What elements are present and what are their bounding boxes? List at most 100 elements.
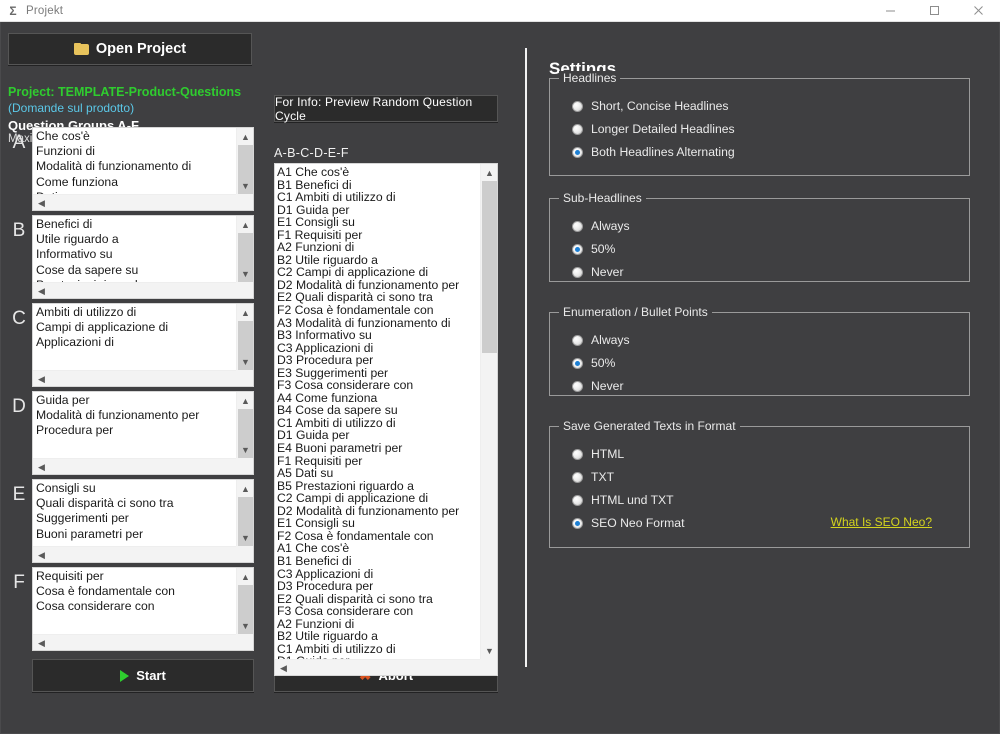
- group-listbox-b[interactable]: Benefici di Utile riguardo a Informativo s…: [32, 215, 254, 299]
- list-item[interactable]: Cose da sapere su: [35, 263, 236, 278]
- radio-unselected-icon[interactable]: [572, 334, 583, 346]
- radio-option-50[interactable]: 50%: [572, 242, 615, 256]
- radio-unselected-icon[interactable]: [572, 471, 583, 483]
- list-item[interactable]: Informativo su: [35, 247, 236, 262]
- group-vertical-scrollbar[interactable]: ▲ ▼: [236, 480, 253, 547]
- scroll-up-icon[interactable]: ▲: [237, 216, 253, 233]
- radio-option-always[interactable]: Always: [572, 219, 630, 233]
- scroll-left-icon[interactable]: ◀: [33, 371, 50, 386]
- scroll-down-icon[interactable]: ▼: [481, 642, 497, 659]
- list-item[interactable]: B1 Benefici di: [277, 555, 480, 568]
- cycle-vertical-scrollbar[interactable]: ▲ ▼: [480, 164, 497, 659]
- cycle-horizontal-scrollbar[interactable]: ◀ ▶: [275, 659, 497, 675]
- list-item[interactable]: Requisiti per: [35, 569, 236, 584]
- radio-option-never[interactable]: Never: [572, 265, 624, 279]
- list-item[interactable]: E1 Consigli su: [277, 216, 480, 229]
- scroll-up-icon[interactable]: ▲: [237, 304, 253, 321]
- list-item[interactable]: A2 Funzioni di: [277, 241, 480, 254]
- list-item[interactable]: E4 Buoni parametri per: [277, 442, 480, 455]
- group-listbox-c[interactable]: Ambiti di utilizzo di Campi di applicazio…: [32, 303, 254, 387]
- scroll-up-icon[interactable]: ▲: [237, 480, 253, 497]
- list-item[interactable]: F3 Cosa considerare con: [277, 605, 480, 618]
- list-item[interactable]: F2 Cosa è fondamentale con: [277, 304, 480, 317]
- scroll-down-icon[interactable]: ▼: [237, 265, 253, 282]
- list-item[interactable]: A5 Dati su: [277, 467, 480, 480]
- start-button[interactable]: Start: [32, 659, 254, 692]
- what-is-seo-neo-link[interactable]: What Is SEO Neo?: [831, 515, 932, 529]
- group-vertical-scrollbar[interactable]: ▲ ▼: [236, 216, 253, 283]
- list-item[interactable]: Buoni parametri per: [35, 527, 236, 542]
- radio-option-seo-neo-format[interactable]: SEO Neo Format: [572, 516, 684, 530]
- list-item[interactable]: Utile riguardo a: [35, 232, 236, 247]
- scroll-down-icon[interactable]: ▼: [237, 353, 253, 370]
- list-item[interactable]: Che cos'è: [35, 129, 236, 144]
- list-item[interactable]: Ambiti di utilizzo di: [35, 305, 236, 320]
- list-item[interactable]: Cosa è fondamentale con: [35, 584, 236, 599]
- group-listbox-e[interactable]: Consigli su Quali disparità ci sono tra Su…: [32, 479, 254, 563]
- cycle-scroll-thumb[interactable]: [482, 181, 497, 353]
- group-listbox-d[interactable]: Guida per Modalità di funzionamento per Pr…: [32, 391, 254, 475]
- group-vertical-scrollbar[interactable]: ▲ ▼: [236, 128, 253, 195]
- group-horizontal-scrollbar[interactable]: ◀▶: [33, 282, 253, 298]
- group-vertical-scrollbar[interactable]: ▲ ▼: [236, 304, 253, 371]
- group-horizontal-scrollbar[interactable]: ◀▶: [33, 546, 253, 562]
- list-item[interactable]: Campi di applicazione di: [35, 320, 236, 335]
- list-item[interactable]: Quali disparità ci sono tra: [35, 496, 236, 511]
- minimize-button[interactable]: [868, 0, 912, 22]
- preview-random-cycle-button[interactable]: For Info: Preview Random Question Cycle: [274, 95, 498, 123]
- group-listbox-f[interactable]: Requisiti per Cosa è fondamentale con Cosa…: [32, 567, 254, 651]
- scroll-left-icon[interactable]: ◀: [33, 283, 50, 298]
- radio-option-longer-detailed-headlines[interactable]: Longer Detailed Headlines: [572, 122, 735, 136]
- radio-option-txt[interactable]: TXT: [572, 470, 614, 484]
- list-item[interactable]: Guida per: [35, 393, 236, 408]
- list-item[interactable]: Cosa considerare con: [35, 599, 236, 614]
- list-item[interactable]: Applicazioni di: [35, 335, 236, 350]
- question-cycle-listbox[interactable]: A1 Che cos'è B1 Benefici di C1 Ambiti di u…: [274, 163, 498, 676]
- scroll-down-icon[interactable]: ▼: [237, 177, 253, 194]
- list-item[interactable]: C1 Ambiti di utilizzo di: [277, 191, 480, 204]
- radio-unselected-icon[interactable]: [572, 380, 583, 392]
- scroll-up-icon[interactable]: ▲: [237, 392, 253, 409]
- radio-option-50[interactable]: 50%: [572, 356, 615, 370]
- radio-unselected-icon[interactable]: [572, 448, 583, 460]
- scroll-up-icon[interactable]: ▲: [237, 568, 253, 585]
- scroll-down-icon[interactable]: ▼: [237, 617, 253, 634]
- scroll-left-icon[interactable]: ◀: [33, 195, 50, 210]
- scroll-up-icon[interactable]: ▲: [237, 128, 253, 145]
- group-horizontal-scrollbar[interactable]: ◀▶: [33, 194, 253, 210]
- list-item[interactable]: Modalità di funzionamento di: [35, 159, 236, 174]
- radio-selected-icon[interactable]: [572, 146, 583, 158]
- scroll-left-icon[interactable]: ◀: [33, 635, 50, 650]
- radio-option-short-concise-headlines[interactable]: Short, Concise Headlines: [572, 99, 729, 113]
- scroll-left-icon[interactable]: ◀: [275, 660, 292, 675]
- radio-selected-icon[interactable]: [572, 357, 583, 369]
- close-button[interactable]: [956, 0, 1000, 22]
- radio-selected-icon[interactable]: [572, 243, 583, 255]
- group-horizontal-scrollbar[interactable]: ◀▶: [33, 634, 253, 650]
- radio-unselected-icon[interactable]: [572, 123, 583, 135]
- list-item[interactable]: B2 Utile riguardo a: [277, 630, 480, 643]
- list-item[interactable]: F3 Cosa considerare con: [277, 379, 480, 392]
- list-item[interactable]: Procedura per: [35, 423, 236, 438]
- scroll-left-icon[interactable]: ◀: [33, 459, 50, 474]
- group-vertical-scrollbar[interactable]: ▲ ▼: [236, 568, 253, 635]
- radio-unselected-icon[interactable]: [572, 100, 583, 112]
- group-horizontal-scrollbar[interactable]: ◀▶: [33, 458, 253, 474]
- radio-option-never[interactable]: Never: [572, 379, 624, 393]
- group-listbox-a[interactable]: Che cos'è Funzioni di Modalità di funziona…: [32, 127, 254, 211]
- list-item[interactable]: Funzioni di: [35, 144, 236, 159]
- list-item[interactable]: E1 Consigli su: [277, 517, 480, 530]
- scroll-left-icon[interactable]: ◀: [33, 547, 50, 562]
- radio-option-always[interactable]: Always: [572, 333, 630, 347]
- scroll-up-icon[interactable]: ▲: [481, 164, 497, 181]
- scroll-down-icon[interactable]: ▼: [237, 441, 253, 458]
- list-item[interactable]: Consigli su: [35, 481, 236, 496]
- radio-unselected-icon[interactable]: [572, 220, 583, 232]
- group-horizontal-scrollbar[interactable]: ◀▶: [33, 370, 253, 386]
- list-item[interactable]: Benefici di: [35, 217, 236, 232]
- radio-selected-icon[interactable]: [572, 517, 583, 529]
- list-item[interactable]: A1 Che cos'è: [277, 166, 480, 179]
- list-item[interactable]: C2 Campi di applicazione di: [277, 492, 480, 505]
- list-item[interactable]: Suggerimenti per: [35, 511, 236, 526]
- list-item[interactable]: B3 Informativo su: [277, 329, 480, 342]
